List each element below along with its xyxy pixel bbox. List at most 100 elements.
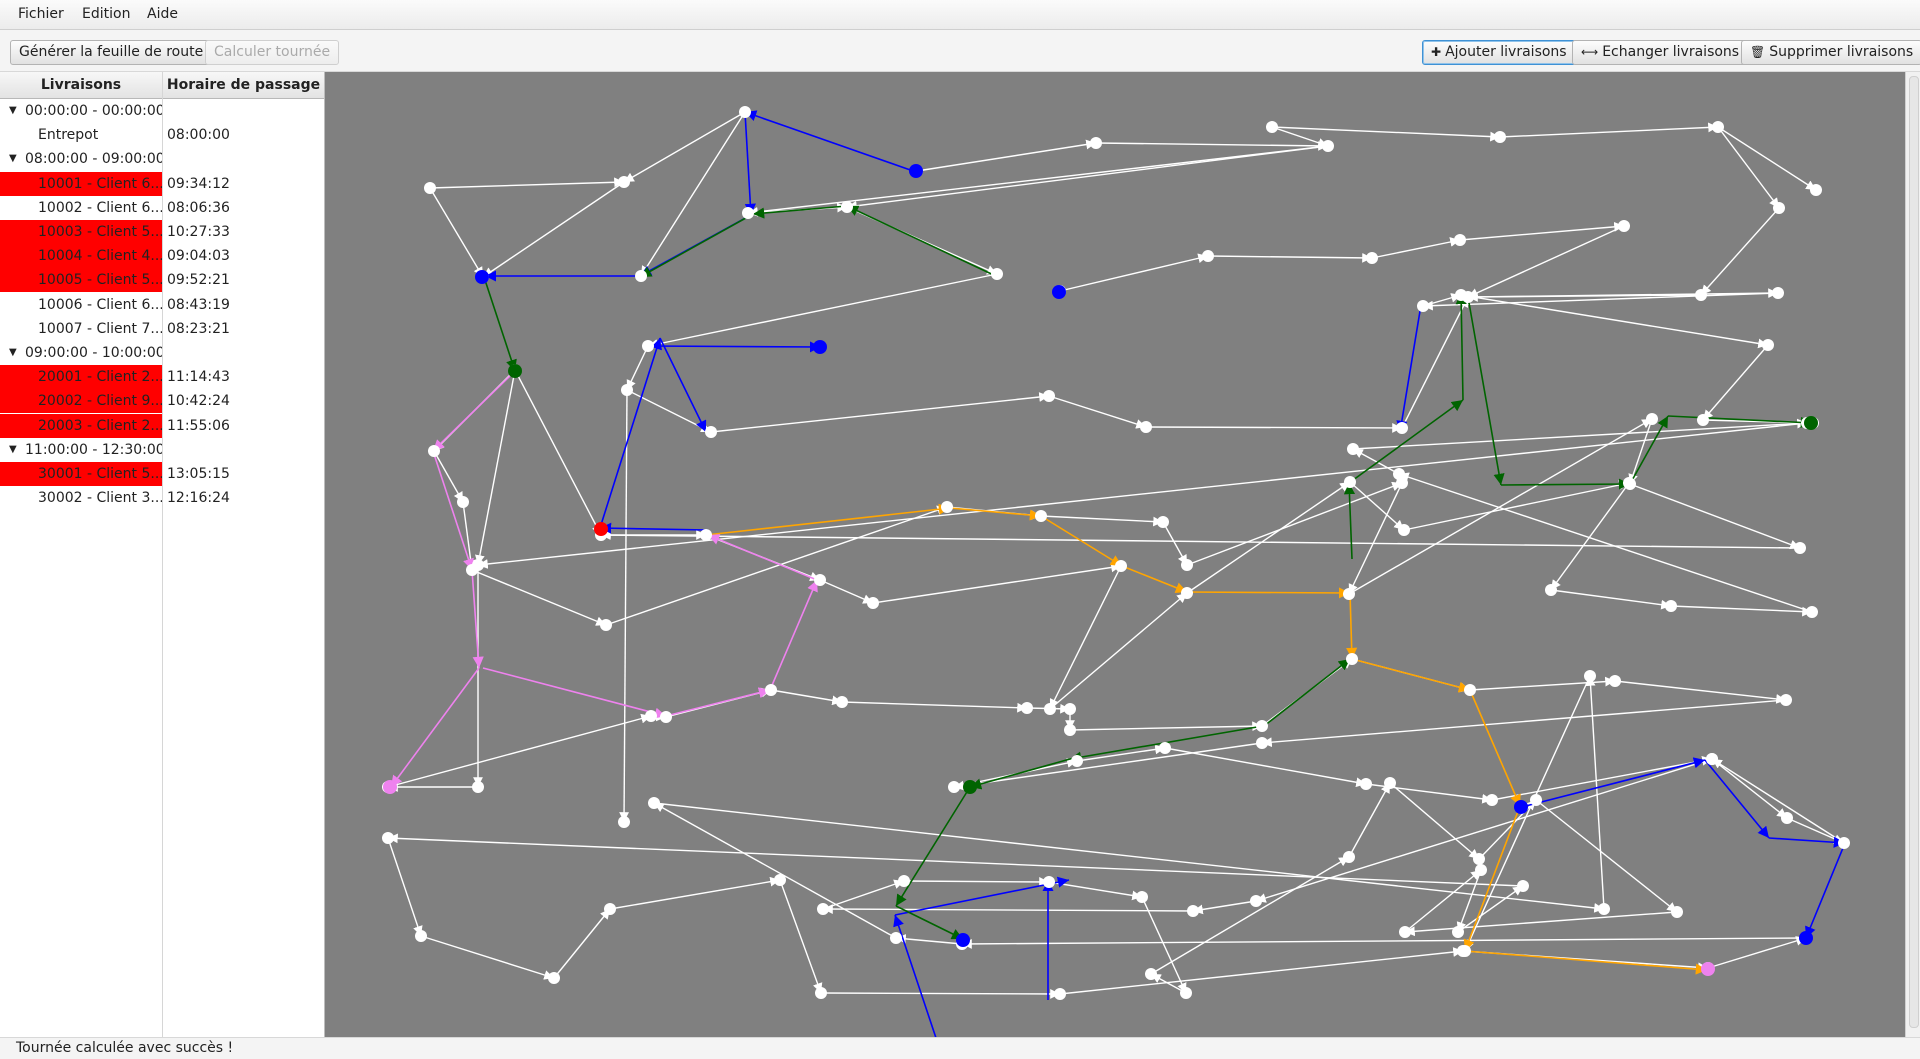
intersection-node[interactable] — [621, 384, 633, 396]
table-row[interactable]: 20003 - Client 2... 11:55:06 — [0, 413, 324, 438]
swap-deliveries-button[interactable]: ⟷ Echanger livraisons — [1572, 40, 1749, 65]
intersection-node[interactable] — [1115, 560, 1127, 572]
intersection-node[interactable] — [1517, 880, 1529, 892]
intersection-node[interactable] — [1044, 703, 1056, 715]
intersection-node[interactable] — [1384, 777, 1396, 789]
intersection-node[interactable] — [1344, 476, 1356, 488]
intersection-node[interactable] — [1459, 945, 1471, 957]
intersection-node[interactable] — [660, 711, 672, 723]
intersection-node[interactable] — [1035, 510, 1047, 522]
intersection-node[interactable] — [1697, 414, 1709, 426]
table-group-row[interactable]: ▼ 00:00:00 - 00:00:00 — [0, 99, 324, 123]
intersection-node[interactable] — [604, 903, 616, 915]
delivery-point-node[interactable] — [1701, 962, 1715, 976]
table-row[interactable]: Entrepot 08:00:00 — [0, 123, 324, 147]
delivery-point-node[interactable] — [508, 364, 522, 378]
intersection-node[interactable] — [1773, 202, 1785, 214]
intersection-node[interactable] — [1838, 837, 1850, 849]
table-row[interactable]: 10003 - Client 5... 10:27:33 — [0, 220, 324, 244]
expand-triangle-icon[interactable]: ▼ — [9, 341, 17, 365]
intersection-node[interactable] — [1202, 250, 1214, 262]
table-row[interactable]: 10001 - Client 6... 09:34:12 — [0, 171, 324, 196]
intersection-node[interactable] — [765, 684, 777, 696]
intersection-node[interactable] — [841, 201, 853, 213]
table-row[interactable]: 20001 - Client 2... 11:14:43 — [0, 365, 324, 390]
delivery-point-node[interactable] — [383, 780, 397, 794]
intersection-node[interactable] — [648, 797, 660, 809]
intersection-node[interactable] — [1475, 864, 1487, 876]
deliveries-table[interactable]: Livraisons Horaire de passage ▼ 00:00:00 … — [0, 72, 325, 1037]
menu-edition[interactable]: Edition — [82, 6, 130, 22]
intersection-node[interactable] — [1671, 906, 1683, 918]
intersection-node[interactable] — [705, 426, 717, 438]
intersection-node[interactable] — [1145, 968, 1157, 980]
intersection-node[interactable] — [1609, 675, 1621, 687]
intersection-node[interactable] — [948, 781, 960, 793]
intersection-node[interactable] — [1530, 794, 1542, 806]
intersection-node[interactable] — [1494, 131, 1506, 143]
intersection-node[interactable] — [1256, 737, 1268, 749]
table-row[interactable]: 30001 - Client 5... 13:05:15 — [0, 462, 324, 486]
intersection-node[interactable] — [1043, 390, 1055, 402]
intersection-node[interactable] — [472, 781, 484, 793]
road-network-map[interactable] — [325, 72, 1905, 1037]
table-row[interactable]: 10002 - Client 6... 08:06:36 — [0, 196, 324, 220]
intersection-node[interactable] — [1398, 524, 1410, 536]
map-canvas[interactable] — [325, 72, 1905, 1037]
delivery-point-node[interactable] — [1514, 800, 1528, 814]
intersection-node[interactable] — [618, 816, 630, 828]
intersection-node[interactable] — [1452, 926, 1464, 938]
delivery-point-node[interactable] — [909, 164, 923, 178]
intersection-node[interactable] — [898, 875, 910, 887]
delivery-point-node[interactable] — [813, 340, 827, 354]
intersection-node[interactable] — [700, 529, 712, 541]
column-header-deliveries[interactable]: Livraisons — [0, 72, 162, 98]
intersection-node[interactable] — [1584, 670, 1596, 682]
compute-tour-button[interactable]: Calculer tournée — [205, 40, 340, 65]
intersection-node[interactable] — [1396, 422, 1408, 434]
intersection-node[interactable] — [1399, 926, 1411, 938]
delivery-point-node[interactable] — [963, 780, 977, 794]
intersection-node[interactable] — [1250, 895, 1262, 907]
intersection-node[interactable] — [817, 903, 829, 915]
vertical-scrollbar[interactable] — [1905, 72, 1920, 1037]
intersection-node[interactable] — [1781, 812, 1793, 824]
intersection-node[interactable] — [548, 972, 560, 984]
delivery-point-node[interactable] — [475, 270, 489, 284]
intersection-node[interactable] — [382, 832, 394, 844]
intersection-node[interactable] — [1256, 720, 1268, 732]
intersection-node[interactable] — [1695, 289, 1707, 301]
expand-triangle-icon[interactable]: ▼ — [9, 99, 17, 123]
intersection-node[interactable] — [1780, 694, 1792, 706]
table-group-row[interactable]: ▼ 11:00:00 - 12:30:00 — [0, 438, 324, 462]
delivery-point-node[interactable] — [956, 933, 970, 947]
warehouse-node[interactable] — [594, 522, 608, 536]
intersection-node[interactable] — [1665, 600, 1677, 612]
intersection-node[interactable] — [1343, 588, 1355, 600]
column-header-time[interactable]: Horaire de passage — [163, 72, 324, 98]
intersection-node[interactable] — [1646, 413, 1658, 425]
menu-fichier[interactable]: Fichier — [18, 6, 64, 22]
intersection-node[interactable] — [890, 932, 902, 944]
generate-route-sheet-button[interactable]: Générer la feuille de route — [10, 40, 213, 65]
intersection-node[interactable] — [1762, 339, 1774, 351]
intersection-node[interactable] — [1054, 988, 1066, 1000]
intersection-node[interactable] — [1455, 289, 1467, 301]
intersection-node[interactable] — [1181, 587, 1193, 599]
intersection-node[interactable] — [1180, 987, 1192, 999]
intersection-node[interactable] — [815, 987, 827, 999]
intersection-node[interactable] — [1346, 653, 1358, 665]
intersection-node[interactable] — [1187, 905, 1199, 917]
intersection-node[interactable] — [424, 182, 436, 194]
intersection-node[interactable] — [1454, 234, 1466, 246]
intersection-node[interactable] — [1090, 137, 1102, 149]
delivery-point-node[interactable] — [1799, 931, 1813, 945]
intersection-node[interactable] — [1598, 903, 1610, 915]
intersection-node[interactable] — [742, 207, 754, 219]
intersection-node[interactable] — [1712, 121, 1724, 133]
expand-triangle-icon[interactable]: ▼ — [9, 147, 17, 171]
intersection-node[interactable] — [1706, 753, 1718, 765]
intersection-node[interactable] — [1623, 477, 1635, 489]
intersection-node[interactable] — [1810, 184, 1822, 196]
intersection-node[interactable] — [1794, 542, 1806, 554]
